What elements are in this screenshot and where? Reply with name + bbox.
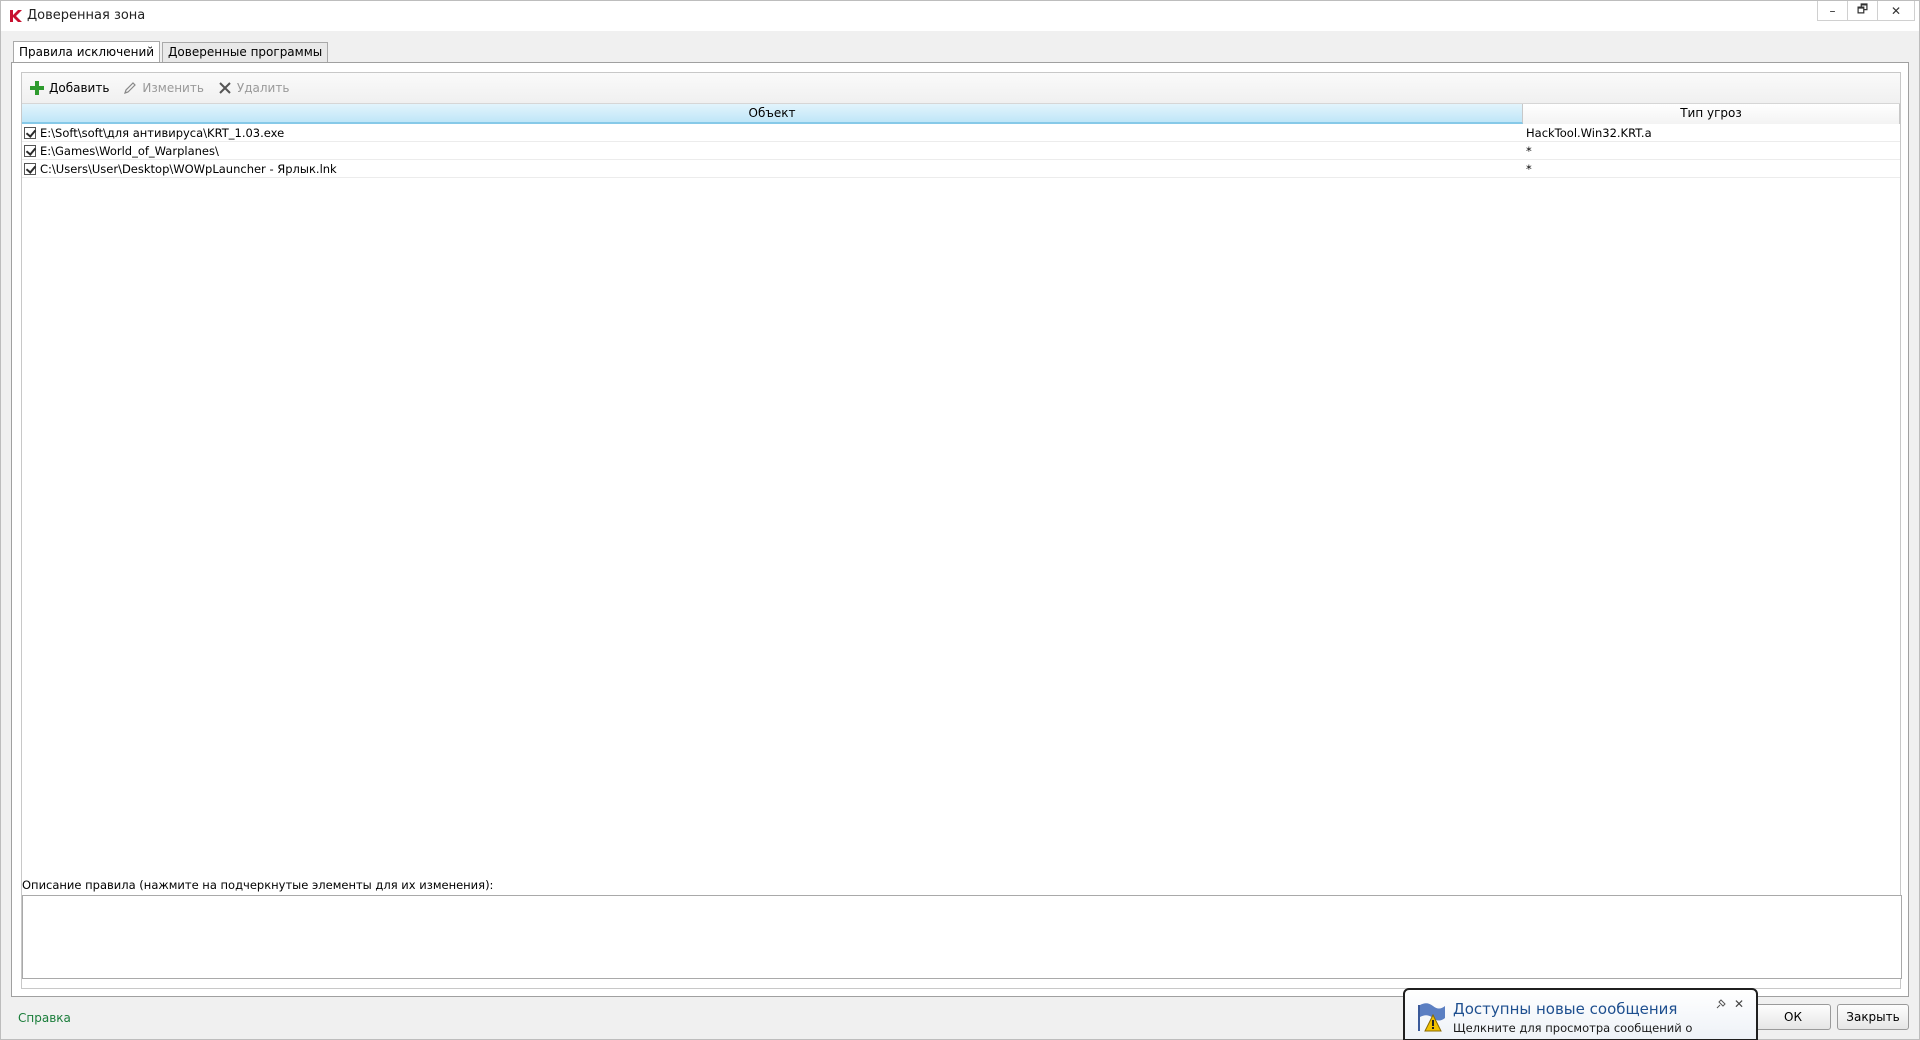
rules-group: Добавить Изменить Удалить Объект Тип угр… (21, 72, 1902, 989)
table-row[interactable]: C:\Users\User\Desktop\WOWpLauncher - Ярл… (22, 160, 1900, 178)
column-header-threat-type[interactable]: Тип угроз (1523, 104, 1900, 124)
row-checkbox[interactable] (24, 162, 36, 175)
edit-button[interactable]: Изменить (123, 81, 204, 95)
object-path: E:\Games\World_of_Warplanes\ (40, 143, 219, 158)
rule-description-label: Описание правила (нажмите на подчеркнуты… (22, 878, 494, 892)
add-button[interactable]: Добавить (30, 81, 109, 95)
notification-popup[interactable]: Доступны новые сообщения Щелкните для пр… (1403, 988, 1758, 1040)
notification-title: Доступны новые сообщения (1453, 1000, 1678, 1018)
threat-type-cell: * (1526, 161, 1532, 176)
ok-button[interactable]: ОК (1755, 1004, 1831, 1030)
table-header: Объект Тип угроз (22, 104, 1900, 124)
table-row[interactable]: E:\Soft\soft\для антивируса\KRT_1.03.exe… (22, 124, 1900, 142)
notification-text: Щелкните для просмотра сообщений о компь… (1453, 1021, 1693, 1040)
flag-warning-icon (1418, 1003, 1445, 1032)
close-window-button[interactable]: ✕ (1877, 1, 1915, 21)
plus-icon (30, 81, 44, 95)
minimize-icon: – (1829, 3, 1836, 18)
edit-label: Изменить (142, 81, 204, 95)
pin-icon[interactable] (1716, 999, 1726, 1009)
threat-type-cell: HackTool.Win32.KRT.a (1526, 125, 1652, 140)
object-path: E:\Soft\soft\для антивируса\KRT_1.03.exe (40, 125, 285, 140)
close-icon: ✕ (1890, 3, 1902, 18)
pencil-icon (124, 82, 137, 94)
rule-description-box[interactable] (22, 895, 1902, 979)
notification-close-icon[interactable]: ✕ (1734, 997, 1744, 1011)
kaspersky-logo-icon (9, 9, 23, 23)
table-body: E:\Soft\soft\для антивируса\KRT_1.03.exe… (22, 124, 1900, 178)
threat-type-cell: * (1526, 143, 1532, 158)
restore-icon: 🗗 (1856, 2, 1869, 16)
tab-trusted-programs[interactable]: Доверенные программы (162, 42, 329, 62)
delete-button[interactable]: Удалить (218, 81, 290, 95)
tab-panel: Добавить Изменить Удалить Объект Тип угр… (11, 62, 1909, 997)
title-bar: Доверенная зона – 🗗 ✕ (1, 1, 1919, 31)
table-row[interactable]: E:\Games\World_of_Warplanes\ * (22, 142, 1900, 160)
toolbar: Добавить Изменить Удалить (22, 73, 1900, 103)
row-checkbox[interactable] (24, 126, 36, 139)
trusted-zone-window: Доверенная зона – 🗗 ✕ Правила исключений… (0, 0, 1920, 1040)
delete-label: Удалить (236, 81, 290, 95)
exclusions-table: Объект Тип угроз E:\Soft\soft\для антиви… (22, 103, 1900, 875)
row-checkbox[interactable] (24, 144, 36, 157)
restore-button[interactable]: 🗗 (1847, 1, 1877, 21)
window-title: Доверенная зона (27, 8, 146, 23)
tab-exclusion-rules[interactable]: Правила исключений (13, 41, 161, 63)
cross-icon (219, 82, 231, 94)
object-path: C:\Users\User\Desktop\WOWpLauncher - Ярл… (40, 161, 337, 176)
tab-strip: Правила исключений Доверенные программы (13, 41, 330, 63)
minimize-button[interactable]: – (1817, 1, 1847, 21)
close-button[interactable]: Закрыть (1837, 1004, 1909, 1030)
column-header-object[interactable]: Объект (22, 104, 1523, 124)
add-label: Добавить (49, 81, 110, 95)
help-link[interactable]: Справка (18, 1011, 71, 1025)
